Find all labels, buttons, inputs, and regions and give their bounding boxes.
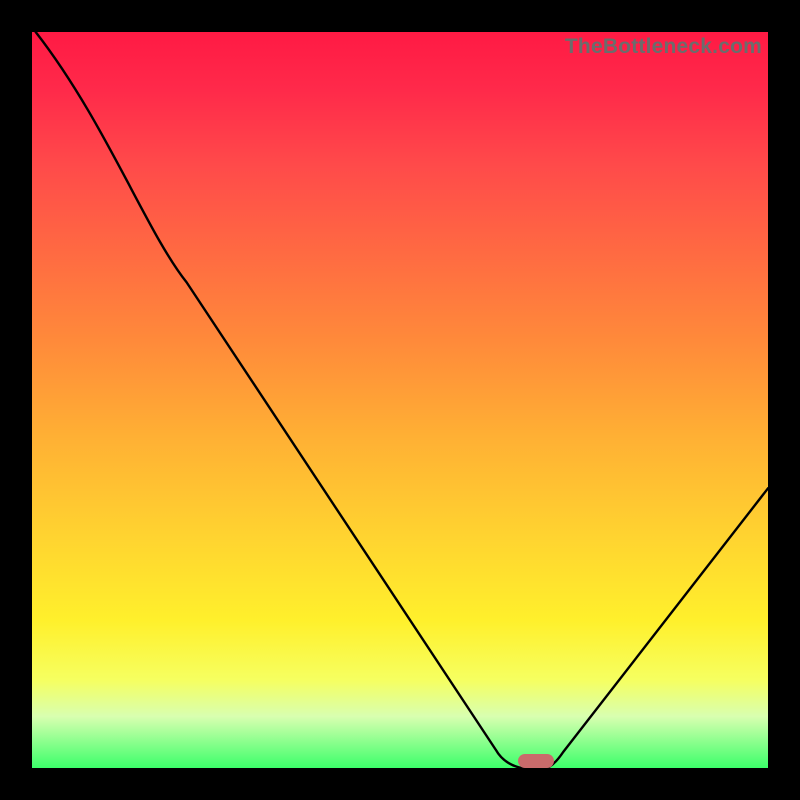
chart-frame: TheBottleneck.com (0, 0, 800, 800)
plot-area: TheBottleneck.com (32, 32, 768, 768)
optimum-marker (518, 754, 554, 768)
curve-svg (32, 32, 768, 768)
bottleneck-curve (36, 32, 768, 768)
